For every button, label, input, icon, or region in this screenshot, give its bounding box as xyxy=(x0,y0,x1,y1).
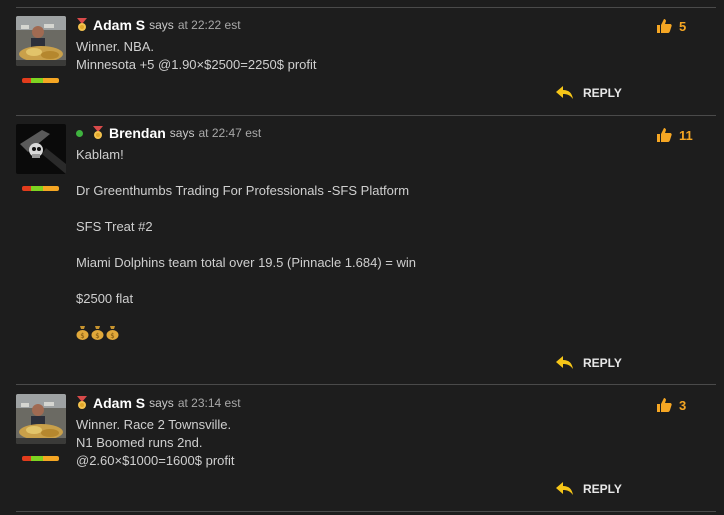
reply-arrow-icon xyxy=(556,86,573,99)
reputation-bar xyxy=(22,186,59,191)
comment-header: Brendan says at 22:47 est xyxy=(76,124,261,142)
comment-line: N1 Boomed runs 2nd. xyxy=(76,435,203,450)
thumbs-up-icon xyxy=(657,128,672,142)
comment-line: $2500 flat xyxy=(76,291,134,306)
money-bag-icon: $ xyxy=(106,326,119,340)
author-name[interactable]: Adam S xyxy=(93,17,145,33)
reply-label: REPLY xyxy=(583,482,622,496)
says-label: says xyxy=(149,396,174,410)
reply-arrow-icon xyxy=(556,356,573,369)
reply-button[interactable]: REPLY xyxy=(556,356,622,370)
svg-text:$: $ xyxy=(95,332,99,340)
author-name[interactable]: Adam S xyxy=(93,395,145,411)
comment-line: Minnesota +5 @1.90×$2500=2250$ profit xyxy=(76,57,317,72)
author-name[interactable]: Brendan xyxy=(109,125,166,141)
comment-line: Winner. NBA. xyxy=(76,39,155,54)
reputation-bar xyxy=(22,78,59,83)
svg-text:$: $ xyxy=(110,332,114,340)
like-count: 11 xyxy=(679,127,693,143)
reply-label: REPLY xyxy=(583,356,622,370)
avatar[interactable] xyxy=(16,124,66,174)
comment-body: Kablam! Dr Greenthumbs Trading For Profe… xyxy=(76,146,416,340)
money-bag-icon: $ xyxy=(91,326,104,340)
comment-line: SFS Treat #2 xyxy=(76,219,153,234)
comment-body: Winner. Race 2 Townsville. N1 Boomed run… xyxy=(76,416,235,470)
medal-icon xyxy=(77,396,87,409)
reply-button[interactable]: REPLY xyxy=(556,86,622,100)
comment-separator xyxy=(16,511,716,512)
thumbs-up-icon xyxy=(657,19,672,33)
comment-line: Dr Greenthumbs Trading For Professionals… xyxy=(76,183,410,198)
online-status-icon xyxy=(76,129,83,137)
thumbs-up-icon xyxy=(657,398,672,412)
says-label: says xyxy=(169,126,195,140)
reputation-bar xyxy=(22,456,59,461)
comment-line: Miami Dolphins team total over 19.5 (Pin… xyxy=(76,255,416,270)
says-label: says xyxy=(149,18,174,32)
avatar[interactable] xyxy=(16,394,66,444)
like-button[interactable]: 3 xyxy=(655,396,686,414)
reply-label: REPLY xyxy=(583,86,622,100)
like-button[interactable]: 5 xyxy=(655,17,686,35)
emoji-row: $ $ $ xyxy=(76,326,416,340)
comment-timestamp[interactable]: at 23:14 est xyxy=(178,396,241,410)
comment-line: Kablam! xyxy=(76,147,124,162)
reply-button[interactable]: REPLY xyxy=(556,482,622,496)
medal-icon xyxy=(93,126,103,139)
comment-separator xyxy=(16,115,716,116)
comment-line: Winner. Race 2 Townsville. xyxy=(76,417,232,432)
comment-header: Adam S says at 22:22 est xyxy=(76,16,241,34)
comment-body: Winner. NBA. Minnesota +5 @1.90×$2500=22… xyxy=(76,38,317,74)
svg-text:$: $ xyxy=(80,332,84,340)
reply-arrow-icon xyxy=(556,482,573,495)
like-count: 3 xyxy=(679,397,687,413)
like-button[interactable]: 11 xyxy=(655,126,693,144)
like-count: 5 xyxy=(679,18,687,34)
comment-line: @2.60×$1000=1600$ profit xyxy=(76,453,235,468)
comment-separator xyxy=(16,384,716,385)
avatar[interactable] xyxy=(16,16,66,66)
comment-separator xyxy=(16,7,716,8)
comment-header: Adam S says at 23:14 est xyxy=(76,394,241,412)
comment-timestamp[interactable]: at 22:22 est xyxy=(178,18,241,32)
comment-timestamp[interactable]: at 22:47 est xyxy=(198,126,261,140)
medal-icon xyxy=(77,18,87,31)
money-bag-icon: $ xyxy=(76,326,89,340)
